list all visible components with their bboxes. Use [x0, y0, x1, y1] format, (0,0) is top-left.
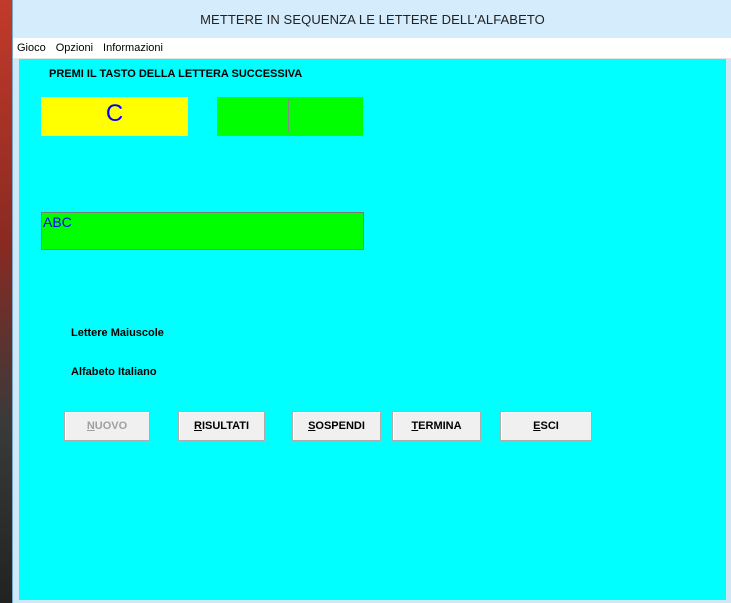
- answer-input[interactable]: [217, 97, 363, 136]
- instruction-text: PREMI IL TASTO DELLA LETTERA SUCCESSIVA: [49, 68, 303, 80]
- screen: METTERE IN SEQUENZA LE LETTERE DELL'ALFA…: [0, 0, 731, 603]
- title-bar[interactable]: METTERE IN SEQUENZA LE LETTERE DELL'ALFA…: [13, 0, 731, 38]
- esci-button[interactable]: E SCI: [500, 411, 592, 441]
- game-area: PREMI IL TASTO DELLA LETTERA SUCCESSIVA …: [19, 59, 726, 600]
- menu-informazioni[interactable]: Informazioni: [98, 42, 168, 54]
- sospendi-button[interactable]: S OSPENDI: [292, 411, 381, 441]
- menu-bar: Gioco Opzioni Informazioni: [13, 38, 731, 59]
- nuovo-button[interactable]: N UOVO: [64, 411, 150, 441]
- sequence-display: ABC: [41, 212, 364, 250]
- menu-opzioni[interactable]: Opzioni: [51, 42, 98, 54]
- alphabet-label: Alfabeto Italiano: [71, 366, 157, 378]
- text-cursor: [288, 99, 289, 132]
- current-letter-box: C: [41, 97, 188, 136]
- current-letter: C: [105, 99, 124, 127]
- termina-button[interactable]: T ERMINA: [392, 411, 481, 441]
- background-window-edge: [0, 0, 12, 603]
- risultati-button[interactable]: R ISULTATI: [178, 411, 265, 441]
- window-title: METTERE IN SEQUENZA LE LETTERE DELL'ALFA…: [200, 11, 545, 27]
- sequence-text: ABC: [43, 214, 72, 230]
- case-mode-label: Lettere Maiuscole: [71, 327, 164, 339]
- app-window: METTERE IN SEQUENZA LE LETTERE DELL'ALFA…: [12, 0, 731, 603]
- menu-gioco[interactable]: Gioco: [13, 42, 51, 54]
